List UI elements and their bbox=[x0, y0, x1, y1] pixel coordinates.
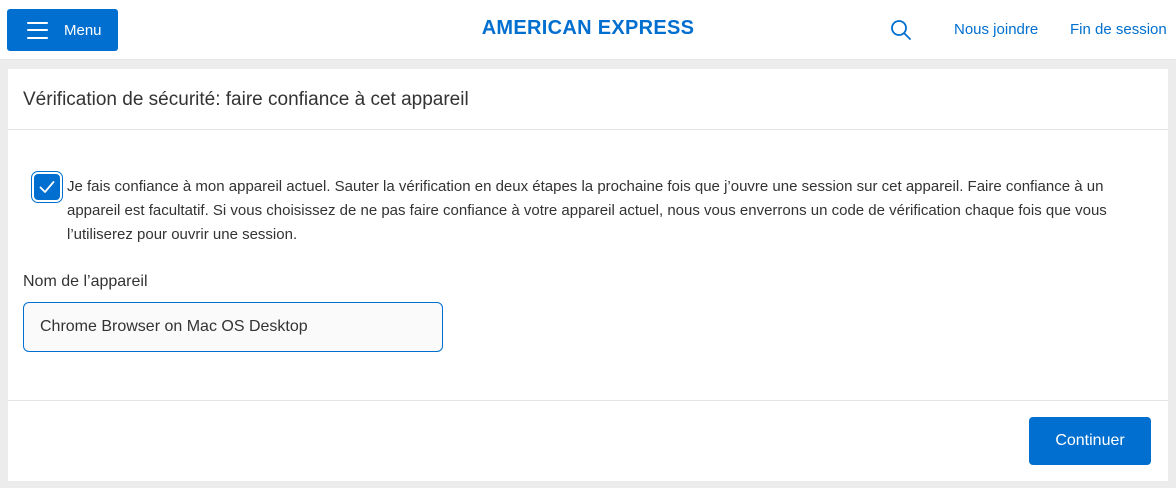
page-title: Vérification de sécurité: faire confianc… bbox=[8, 69, 1168, 130]
continue-button[interactable]: Continuer bbox=[1029, 417, 1151, 465]
logout-link[interactable]: Fin de session bbox=[1070, 21, 1167, 39]
top-header: Menu AMERICAN EXPRESS Nous joindre Fin d… bbox=[0, 0, 1176, 60]
search-icon[interactable] bbox=[890, 19, 912, 41]
trust-device-consent: Je fais confiance à mon appareil actuel.… bbox=[34, 174, 1144, 247]
contact-us-link[interactable]: Nous joindre bbox=[954, 21, 1038, 39]
card-footer: Continuer bbox=[8, 400, 1168, 481]
trust-device-card: Vérification de sécurité: faire confianc… bbox=[8, 69, 1168, 481]
trust-device-label: Je fais confiance à mon appareil actuel.… bbox=[67, 178, 1107, 243]
device-name-input[interactable] bbox=[23, 302, 443, 352]
trust-device-checkbox[interactable] bbox=[34, 174, 60, 200]
checkmark-icon bbox=[39, 181, 55, 193]
device-name-label: Nom de l’appareil bbox=[23, 273, 148, 290]
